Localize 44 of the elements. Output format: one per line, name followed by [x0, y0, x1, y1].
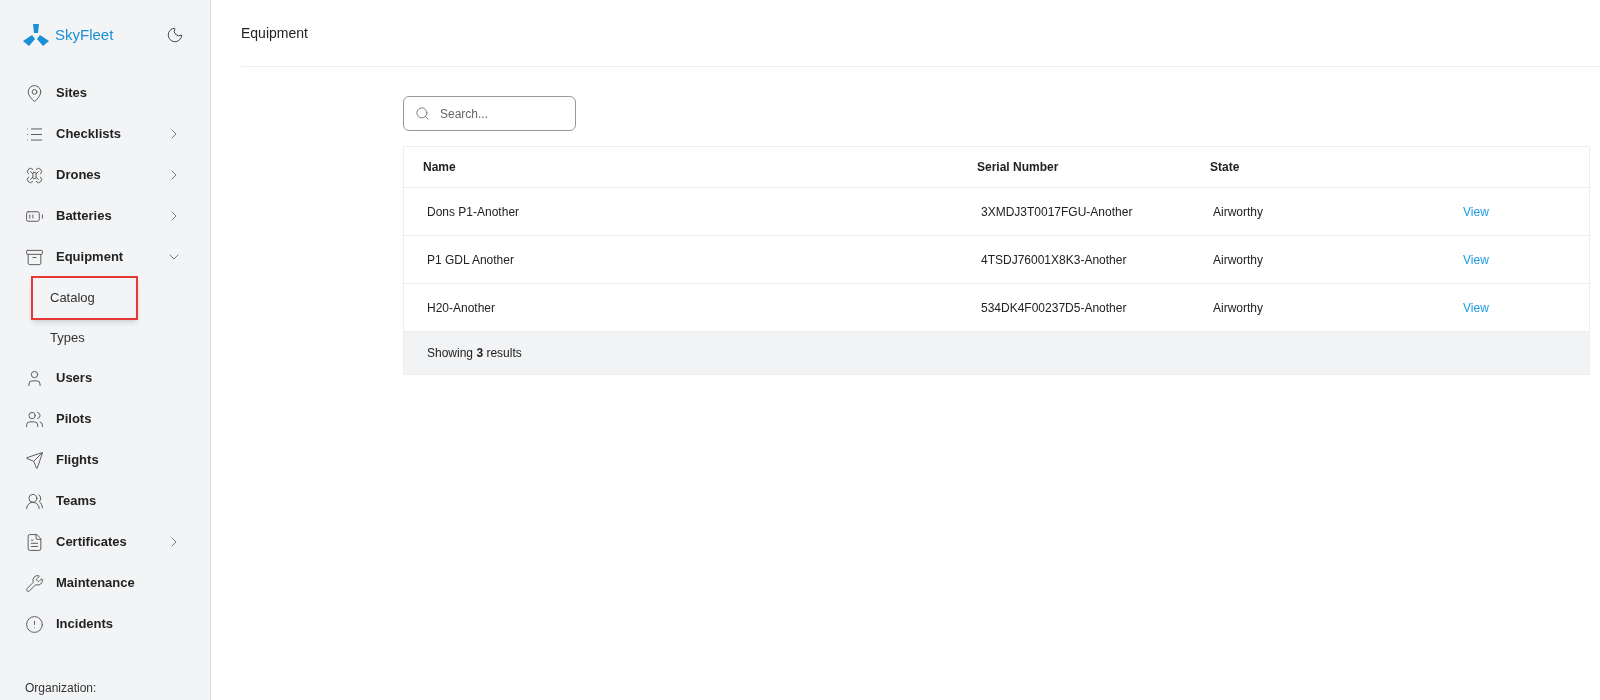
tools-icon [25, 573, 44, 593]
organization-label: Organization: [25, 679, 98, 697]
users-icon [25, 409, 44, 429]
group-icon [25, 491, 44, 511]
results-count: Showing 3 results [427, 345, 522, 362]
sidebar-item[interactable]: Users [0, 357, 210, 399]
sidebar-item[interactable]: Batteries [0, 195, 210, 237]
moon-icon[interactable] [166, 26, 184, 45]
archive-box-icon [25, 247, 44, 267]
sidebar-item[interactable]: Drones [0, 154, 210, 196]
search-field[interactable]: Search... [403, 96, 576, 131]
table-cell-text: 4TSDJ76001X8K3-Another [981, 251, 1128, 269]
logo-icon [23, 24, 49, 47]
paper-plane-icon [25, 450, 44, 470]
sidebar-item[interactable]: Certificates [0, 521, 210, 563]
table-cell-text: Airworthy [1213, 299, 1264, 317]
submenu-item[interactable]: Types [31, 327, 85, 348]
sidebar-item[interactable]: Sites [0, 72, 210, 114]
table-cell-text: Dons P1-Another [426, 203, 521, 221]
brand-name: SkyFleet [55, 25, 114, 45]
table-cell-text: Airworthy [1213, 203, 1264, 221]
search-icon [415, 106, 430, 121]
table-cell-text: P1 GDL Another [426, 251, 515, 269]
sidebar-item[interactable]: Maintenance [0, 562, 210, 604]
user-icon [25, 368, 44, 388]
column-header: Serial Number [977, 159, 1060, 176]
sidebar-item[interactable]: Flights [0, 439, 210, 481]
column-header: Name [422, 159, 457, 176]
sidebar-item[interactable]: Teams [0, 480, 210, 522]
sidebar-item[interactable]: Incidents [0, 603, 210, 645]
alert-circle-icon [25, 614, 44, 634]
sidebar-item[interactable]: Checklists [0, 113, 210, 155]
column-header: State [1210, 159, 1241, 176]
table-cell-text: 534DK4F00237D5-Another [981, 299, 1128, 317]
table-cell-text: 3XMDJ3T0017FGU-Another [981, 203, 1134, 221]
sidebar-item[interactable]: Pilots [0, 398, 210, 440]
drone-icon [25, 165, 44, 185]
table-cell-text: Airworthy [1213, 251, 1264, 269]
document-icon [25, 532, 44, 552]
table-cell-text: H20-Another [426, 299, 497, 317]
sidebar-item[interactable]: Equipment [0, 236, 210, 278]
submenu-item[interactable]: Catalog [31, 275, 138, 320]
map-pin-icon [25, 83, 44, 103]
page-title: Equipment [241, 23, 308, 43]
